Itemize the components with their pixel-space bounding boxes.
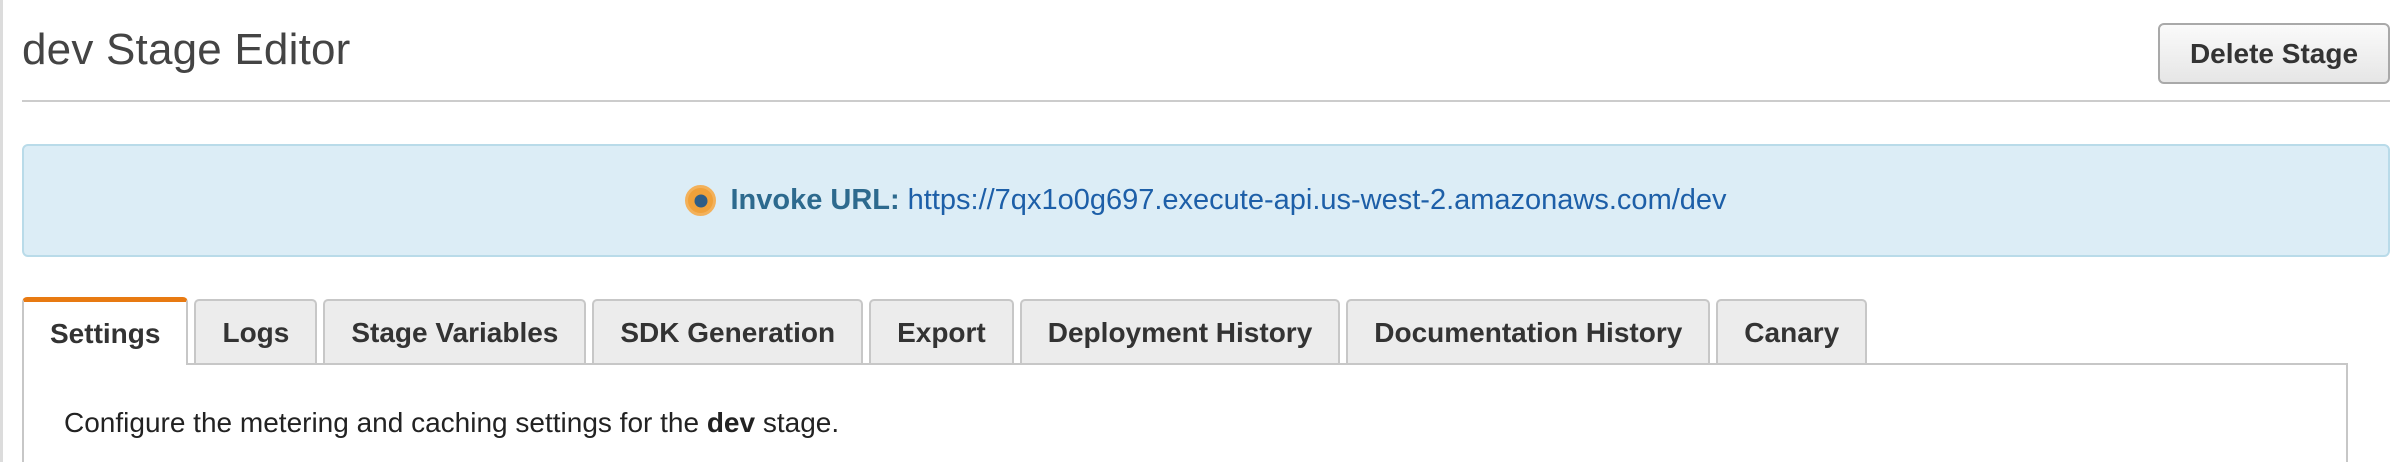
invoke-url-link[interactable]: https://7qx1o0g697.execute-api.us-west-2… bbox=[908, 184, 1727, 217]
title-divider bbox=[22, 100, 2390, 102]
invoke-url-banner: Invoke URL: https://7qx1o0g697.execute-a… bbox=[22, 144, 2390, 257]
settings-panel: Configure the metering and caching setti… bbox=[22, 363, 2348, 462]
stage-editor-page: dev Stage Editor Delete Stage Invoke URL… bbox=[0, 0, 2406, 462]
tab-documentation-history[interactable]: Documentation History bbox=[1346, 299, 1711, 365]
settings-description: Configure the metering and caching setti… bbox=[64, 407, 839, 439]
delete-stage-button[interactable]: Delete Stage bbox=[2158, 23, 2390, 84]
stage-name: dev bbox=[706, 407, 756, 438]
stage-tabs: Settings Logs Stage Variables SDK Genera… bbox=[22, 297, 1873, 365]
tab-export[interactable]: Export bbox=[869, 299, 1014, 365]
left-border bbox=[0, 0, 3, 462]
settings-description-prefix: Configure the metering and caching setti… bbox=[64, 407, 707, 438]
invoke-url-icon bbox=[685, 185, 717, 216]
tab-stage-variables[interactable]: Stage Variables bbox=[323, 299, 587, 365]
tab-settings[interactable]: Settings bbox=[22, 297, 189, 365]
invoke-url-label: Invoke URL: bbox=[730, 184, 900, 216]
tab-canary[interactable]: Canary bbox=[1716, 299, 1868, 365]
tab-deployment-history[interactable]: Deployment History bbox=[1019, 299, 1341, 365]
page-title: dev Stage Editor bbox=[22, 25, 351, 74]
settings-description-suffix: stage. bbox=[755, 407, 840, 438]
tab-sdk-generation[interactable]: SDK Generation bbox=[592, 299, 864, 365]
tab-logs[interactable]: Logs bbox=[194, 299, 318, 365]
